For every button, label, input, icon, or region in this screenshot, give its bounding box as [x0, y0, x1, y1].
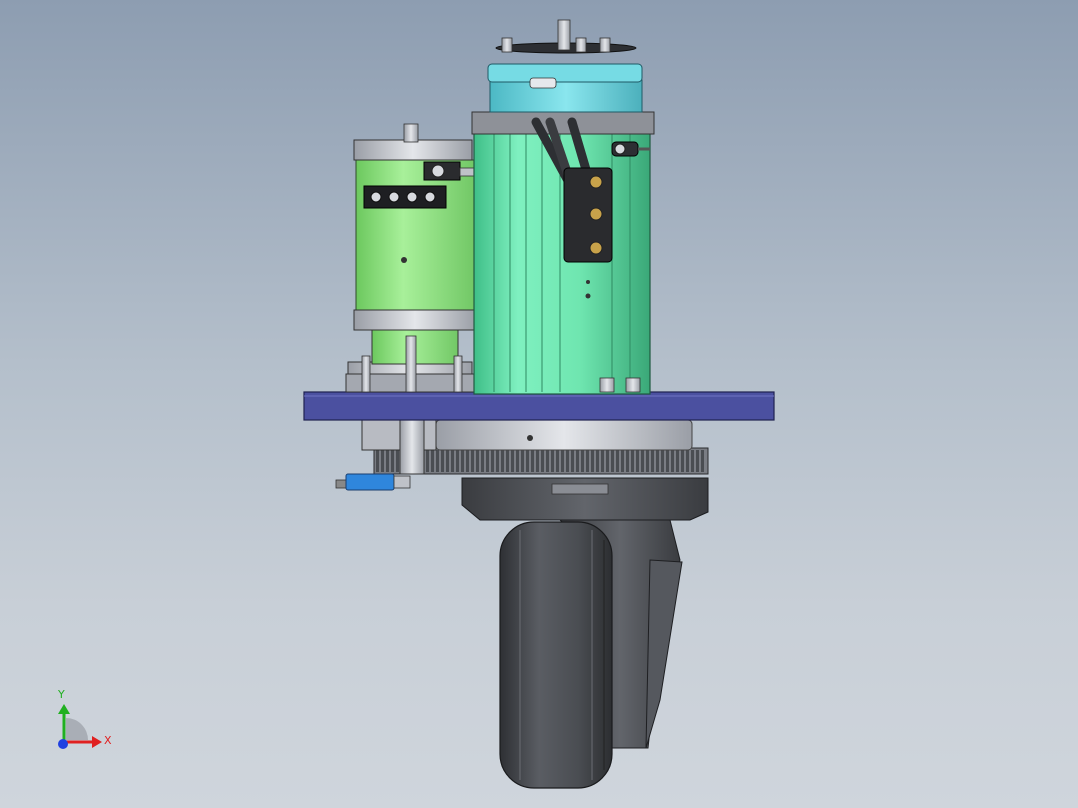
steering-motor[interactable] — [345, 123, 477, 393]
motor-cap[interactable] — [487, 19, 643, 113]
assembly-drawing[interactable] — [0, 0, 1078, 808]
z-axis-dot — [58, 739, 68, 749]
drive-motor[interactable] — [471, 19, 655, 395]
encoder[interactable] — [335, 473, 411, 491]
terminal-block[interactable] — [363, 185, 447, 209]
cad-viewport[interactable]: Y X — [0, 0, 1078, 808]
x-axis-label: X — [104, 734, 112, 747]
gearbox-housing[interactable] — [461, 477, 709, 521]
mounting-plate[interactable] — [303, 391, 775, 421]
wheel[interactable] — [499, 521, 613, 789]
coordinate-triad — [58, 704, 102, 749]
y-axis-label: Y — [58, 688, 65, 701]
